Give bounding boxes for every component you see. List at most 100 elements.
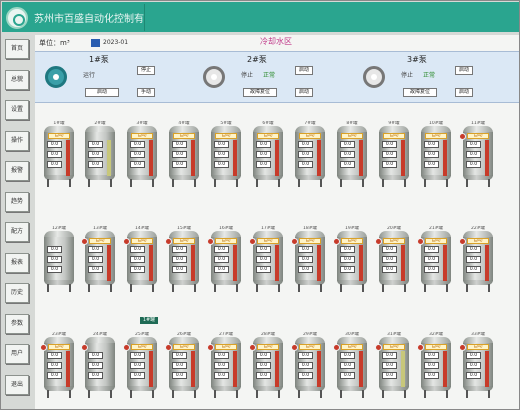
tank[interactable]: 11#罐 自动 0.0 0.0 0.0 (459, 121, 494, 187)
tank-value-field[interactable]: 0.0 (88, 372, 103, 379)
sidebar-item[interactable]: 操作 (5, 130, 29, 151)
tank[interactable]: 8#罐 自动 0.0 0.0 0.0 (336, 121, 368, 187)
tank-value-field[interactable]: 0.0 (424, 362, 439, 369)
sidebar-item[interactable]: 配方 (5, 222, 29, 242)
tank[interactable]: 27#罐 自动 0.0 0.0 0.0 (207, 332, 242, 398)
sidebar-item[interactable]: 参数 (5, 313, 29, 334)
tank-value-field[interactable]: 0.0 (47, 372, 62, 379)
tank-mode-label[interactable]: 自动 (299, 344, 321, 350)
tank-value-field[interactable]: 0.0 (88, 352, 103, 359)
tank-value-field[interactable]: 0.0 (214, 161, 229, 168)
tank-value-field[interactable]: 0.0 (214, 246, 229, 253)
tank-value-field[interactable]: 0.0 (172, 141, 187, 148)
tank-value-field[interactable]: 0.0 (47, 352, 62, 359)
tank-value-field[interactable]: 0.0 (382, 246, 397, 253)
tank-value-field[interactable]: 0.0 (256, 161, 271, 168)
tank-value-field[interactable]: 0.0 (88, 141, 103, 148)
tank-value-field[interactable]: 0.0 (88, 256, 103, 263)
tank-mode-label[interactable]: 自动 (173, 344, 195, 350)
tank-value-field[interactable]: 0.0 (256, 362, 271, 369)
tank[interactable]: 21#罐 自动 0.0 0.0 0.0 (417, 226, 452, 292)
tank-value-field[interactable]: 0.0 (214, 151, 229, 158)
tank-value-field[interactable]: 0.0 (466, 352, 481, 359)
tank[interactable]: 10#罐 自动 0.0 0.0 0.0 (420, 121, 452, 187)
tank-value-field[interactable]: 0.0 (214, 266, 229, 273)
tank-value-field[interactable]: 0.0 (256, 151, 271, 158)
tank-mode-label[interactable]: 自动 (48, 344, 70, 350)
tank-value-field[interactable]: 0.0 (340, 266, 355, 273)
tank-value-field[interactable]: 0.0 (214, 372, 229, 379)
tank-value-field[interactable]: 0.0 (340, 246, 355, 253)
tank-mode-label[interactable]: 自动 (341, 344, 363, 350)
sidebar-item[interactable]: 趋势 (5, 191, 29, 212)
tank-mode-label[interactable]: 自动 (257, 344, 279, 350)
tank-value-field[interactable]: 0.0 (88, 266, 103, 273)
tank-mode-label[interactable]: 自动 (48, 133, 70, 139)
tank-value-field[interactable]: 0.0 (256, 141, 271, 148)
tank-value-field[interactable]: 0.0 (340, 352, 355, 359)
tank-value-field[interactable]: 0.0 (424, 256, 439, 263)
tank-mode-label[interactable]: 自动 (257, 133, 279, 139)
tank-mode-label[interactable]: 自动 (299, 133, 321, 139)
pump-icon[interactable] (363, 66, 385, 88)
tank-value-field[interactable]: 0.0 (130, 256, 145, 263)
tank-mode-label[interactable]: 自动 (383, 344, 405, 350)
tank-mode-label[interactable]: 自动 (467, 133, 489, 139)
tank-mode-label[interactable]: 自动 (215, 238, 237, 244)
tank-value-field[interactable]: 0.0 (298, 372, 313, 379)
tank[interactable]: 13#罐 自动 0.0 0.0 0.0 (81, 226, 116, 292)
tank-value-field[interactable]: 0.0 (47, 362, 62, 369)
tank-value-field[interactable]: 0.0 (47, 141, 62, 148)
tank-value-field[interactable]: 0.0 (466, 141, 481, 148)
pump-icon[interactable] (203, 66, 225, 88)
sidebar-item[interactable]: 报表 (5, 252, 29, 273)
tank-value-field[interactable]: 0.0 (424, 161, 439, 168)
tank-mode-label[interactable]: 自动 (257, 238, 279, 244)
tank-value-field[interactable]: 0.0 (214, 352, 229, 359)
sidebar-item[interactable]: 退出 (5, 374, 29, 395)
tank[interactable]: 28#罐 自动 0.0 0.0 0.0 (249, 332, 284, 398)
tank[interactable]: 7#罐 自动 0.0 0.0 0.0 (294, 121, 326, 187)
tank-value-field[interactable]: 0.0 (382, 266, 397, 273)
tank-value-field[interactable]: 0.0 (340, 141, 355, 148)
tank-value-field[interactable]: 0.0 (424, 266, 439, 273)
tank-value-field[interactable]: 0.0 (172, 266, 187, 273)
tank-mode-label[interactable]: 自动 (425, 238, 447, 244)
tank-value-field[interactable]: 0.0 (298, 362, 313, 369)
tank-value-field[interactable]: 0.0 (172, 362, 187, 369)
tank-value-field[interactable]: 0.0 (172, 161, 187, 168)
tank[interactable]: 1#罐 自动 0.0 0.0 0.0 (43, 121, 75, 187)
tank[interactable]: 24#罐 0.0 0.0 0.0 (81, 332, 116, 398)
tank-mode-label[interactable]: 自动 (131, 344, 153, 350)
pump-mode-button[interactable]: 启动 (455, 88, 473, 97)
tank-value-field[interactable]: 0.0 (214, 362, 229, 369)
tank-mode-label[interactable]: 自动 (89, 238, 111, 244)
tank-value-field[interactable]: 0.0 (214, 256, 229, 263)
tank-value-field[interactable]: 0.0 (256, 266, 271, 273)
tank-value-field[interactable]: 0.0 (256, 246, 271, 253)
tank[interactable]: 22#罐 自动 0.0 0.0 0.0 (459, 226, 494, 292)
tank-value-field[interactable]: 0.0 (130, 161, 145, 168)
pump-reset-button[interactable]: 启动 (85, 88, 119, 97)
tank[interactable]: 12#罐 0.0 0.0 0.0 (43, 226, 75, 292)
tank-value-field[interactable]: 0.0 (466, 372, 481, 379)
tank[interactable]: 4#罐 自动 0.0 0.0 0.0 (168, 121, 200, 187)
tank-value-field[interactable]: 0.0 (382, 151, 397, 158)
tank[interactable]: 16#罐 自动 0.0 0.0 0.0 (207, 226, 242, 292)
tank-mode-label[interactable]: 自动 (467, 344, 489, 350)
tank-value-field[interactable]: 0.0 (424, 372, 439, 379)
tank-value-field[interactable]: 0.0 (340, 161, 355, 168)
tank-value-field[interactable]: 0.0 (256, 372, 271, 379)
tank-value-field[interactable]: 0.0 (298, 352, 313, 359)
tank-mode-label[interactable]: 自动 (215, 344, 237, 350)
tank[interactable]: 31#罐 自动 0.0 0.0 0.0 (375, 332, 410, 398)
tank-value-field[interactable]: 0.0 (47, 151, 62, 158)
tank-mode-label[interactable]: 自动 (215, 133, 237, 139)
sidebar-item[interactable]: 用户 (5, 344, 29, 364)
tank-value-field[interactable]: 0.0 (130, 151, 145, 158)
tank-value-field[interactable]: 0.0 (424, 246, 439, 253)
tank-mode-label[interactable]: 自动 (131, 238, 153, 244)
tank-mode-label[interactable]: 自动 (425, 344, 447, 350)
tank[interactable]: 23#罐 自动 0.0 0.0 0.0 (40, 332, 75, 398)
tank-mode-label[interactable]: 自动 (131, 133, 153, 139)
